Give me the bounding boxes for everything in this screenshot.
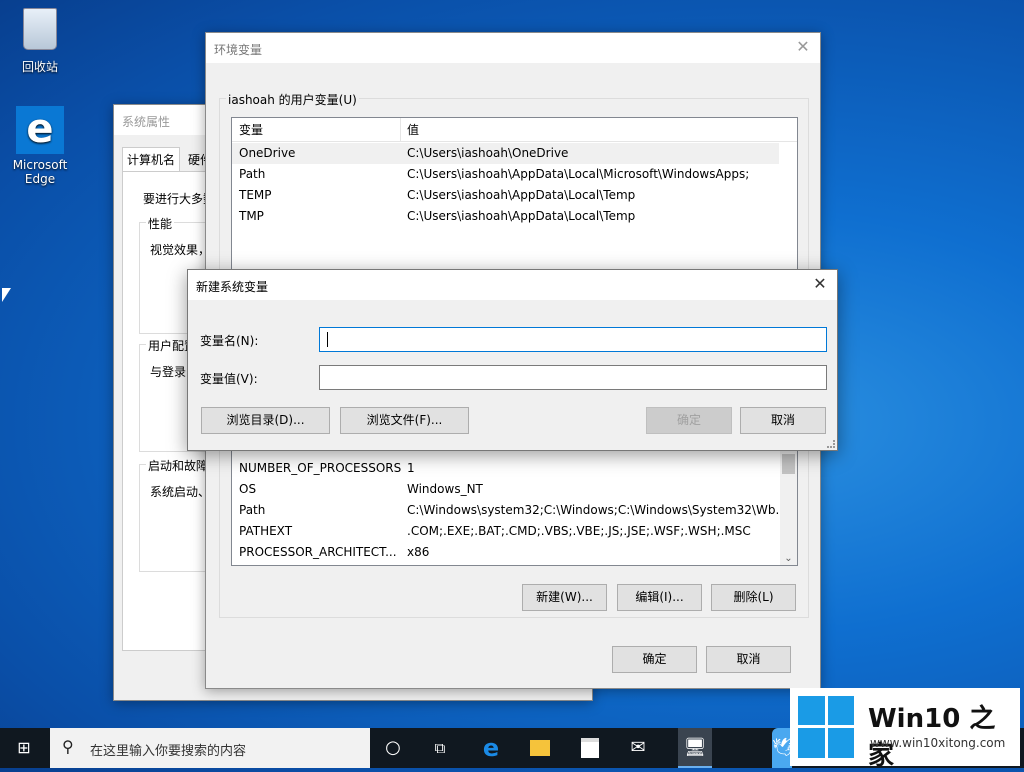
search-placeholder: 在这里输入你要搜索的内容 bbox=[90, 744, 247, 759]
browse-file-button[interactable]: 浏览文件(F)... bbox=[340, 407, 469, 434]
window-title: 系统属性 bbox=[122, 115, 171, 129]
system-vars-list[interactable]: NUMBER_OF_PROCESSORS 1 OS Windows_NT Path C… bbox=[231, 433, 798, 566]
windows-logo-icon bbox=[798, 696, 854, 758]
variable-name-input[interactable] bbox=[319, 327, 827, 352]
close-button[interactable]: ✕ bbox=[794, 38, 812, 56]
cancel-button[interactable]: 取消 bbox=[706, 646, 791, 673]
browse-directory-button[interactable]: 浏览目录(D)... bbox=[201, 407, 330, 434]
column-header-variable[interactable]: 变量 bbox=[239, 118, 263, 142]
table-row[interactable]: TMP C:\Users\iashoah\AppData\Local\Temp bbox=[232, 206, 797, 227]
ok-button[interactable]: 确定 bbox=[612, 646, 697, 673]
resize-grip[interactable] bbox=[827, 440, 835, 448]
title-bar: 环境变量 bbox=[206, 33, 820, 63]
desktop-icon-recycle-bin[interactable]: 回收站 bbox=[5, 8, 75, 75]
mail-icon[interactable]: ✉ bbox=[618, 728, 658, 768]
start-button[interactable]: ⊞ bbox=[4, 728, 44, 768]
variable-value-input[interactable] bbox=[319, 365, 827, 390]
new-system-variable-dialog: 新建系统变量 ✕ 变量名(N): 变量值(V): 浏览目录(D)... 浏览文件… bbox=[187, 269, 838, 451]
task-view-icon[interactable]: ⧉ bbox=[420, 728, 460, 768]
watermark-logo: Win10 之家 www.win10xitong.com bbox=[790, 688, 1020, 771]
recycle-bin-icon bbox=[23, 8, 57, 50]
mouse-cursor bbox=[2, 288, 11, 302]
table-row[interactable]: TEMP C:\Users\iashoah\AppData\Local\Temp bbox=[232, 185, 797, 206]
watermark-url: www.win10xitong.com bbox=[870, 736, 1006, 750]
window-title: 新建系统变量 bbox=[196, 280, 269, 294]
new-variable-button[interactable]: 新建(W)... bbox=[522, 584, 607, 611]
title-bar: 新建系统变量 bbox=[188, 270, 837, 300]
column-divider bbox=[400, 118, 401, 142]
table-row[interactable]: NUMBER_OF_PROCESSORS 1 bbox=[232, 458, 797, 479]
watermark-brand: Win10 之家 bbox=[868, 704, 996, 771]
table-row[interactable]: Path C:\Users\iashoah\AppData\Local\Micro… bbox=[232, 164, 797, 185]
close-button[interactable]: ✕ bbox=[811, 275, 829, 293]
column-header-value[interactable]: 值 bbox=[407, 118, 419, 142]
tab-computer-name[interactable]: 计算机名 bbox=[122, 147, 181, 171]
variable-name-label: 变量名(N): bbox=[200, 334, 259, 348]
search-icon: ⚲ bbox=[62, 737, 74, 756]
table-row[interactable]: OS Windows_NT bbox=[232, 479, 797, 500]
desktop-icon-edge[interactable]: e Microsoft Edge bbox=[5, 106, 75, 186]
table-row[interactable]: OneDrive C:\Users\iashoah\OneDrive bbox=[232, 143, 779, 164]
scroll-down-icon[interactable]: ⌄ bbox=[780, 550, 797, 565]
list-header: 变量 值 bbox=[232, 118, 797, 142]
notification-bird-icon[interactable]: 🕊 bbox=[772, 728, 795, 768]
text-caret bbox=[327, 332, 328, 347]
cortana-icon[interactable]: ○ bbox=[373, 728, 413, 768]
taskbar-search-box[interactable]: ⚲ 在这里输入你要搜索的内容 bbox=[50, 728, 370, 768]
variable-value-label: 变量值(V): bbox=[200, 372, 258, 386]
edge-icon[interactable]: e bbox=[471, 728, 511, 768]
scrollbar[interactable]: ⌄ bbox=[780, 434, 797, 565]
system-properties-app-icon[interactable]: 🖥 bbox=[678, 728, 712, 768]
cancel-button[interactable]: 取消 bbox=[740, 407, 826, 434]
window-title: 环境变量 bbox=[214, 43, 263, 57]
edit-variable-button[interactable]: 编辑(I)... bbox=[617, 584, 702, 611]
table-row[interactable]: PROCESSOR_ARCHITECT... x86 bbox=[232, 542, 797, 563]
ok-button[interactable]: 确定 bbox=[646, 407, 732, 434]
delete-variable-button[interactable]: 删除(L) bbox=[711, 584, 796, 611]
table-row[interactable]: Path C:\Windows\system32;C:\Windows;C:\Wi… bbox=[232, 500, 797, 521]
file-explorer-icon[interactable] bbox=[520, 728, 560, 768]
desktop-icon-label: Microsoft Edge bbox=[12, 158, 68, 186]
desktop-icon-label: 回收站 bbox=[21, 60, 58, 74]
scrollbar-thumb[interactable] bbox=[782, 454, 795, 474]
edge-icon: e bbox=[16, 106, 64, 154]
store-icon[interactable] bbox=[570, 728, 610, 768]
table-row[interactable]: PATHEXT .COM;.EXE;.BAT;.CMD;.VBS;.VBE;.JS… bbox=[232, 521, 797, 542]
